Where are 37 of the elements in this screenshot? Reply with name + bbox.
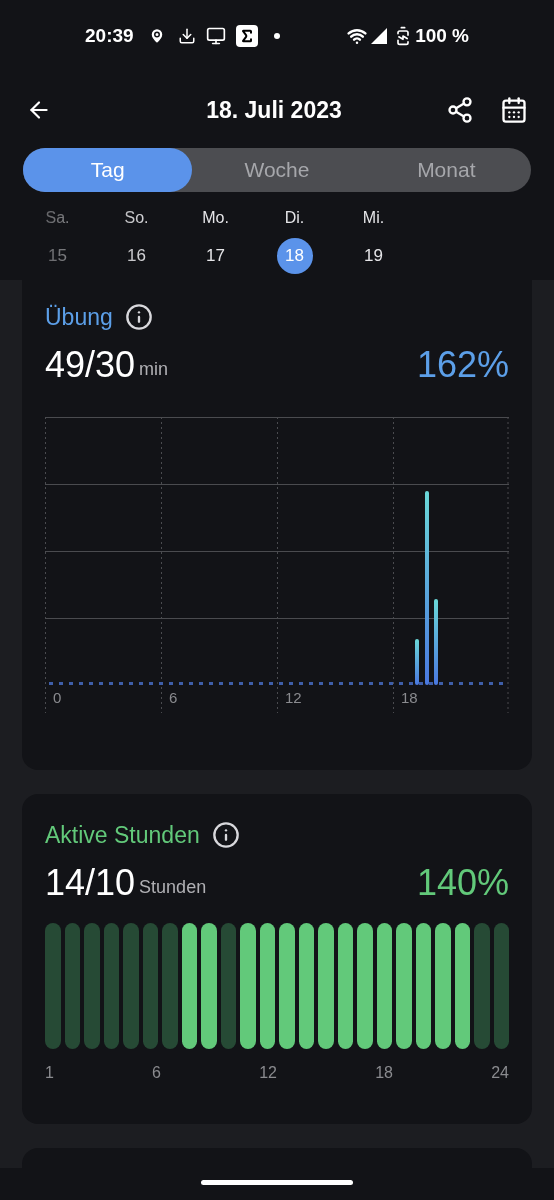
battery-level: 100 %: [415, 23, 469, 48]
exercise-value: 49/30: [45, 346, 136, 383]
percent-value: 140%: [416, 864, 509, 901]
axis-label: 0: [53, 687, 62, 708]
day-selector[interactable]: Mo. 17: [176, 206, 255, 274]
unit-label: min: [139, 357, 169, 381]
axis-label: 6: [152, 1062, 161, 1083]
card-title: Übung: [45, 303, 113, 332]
monitor-icon: [205, 26, 226, 46]
axis-label: 12: [285, 687, 302, 708]
wifi-icon: [347, 26, 368, 46]
active-hours-value: 14/10: [45, 864, 136, 901]
axis-label: 18: [375, 1062, 393, 1083]
download-icon: [177, 27, 196, 45]
card-title: Aktive Stunden: [45, 821, 200, 850]
period-tab[interactable]: Monat: [361, 148, 531, 192]
share-button[interactable]: [446, 96, 474, 124]
axis-label: 12: [259, 1062, 277, 1083]
axis-label: 24: [491, 1062, 509, 1083]
activity-bar: [415, 638, 419, 685]
day-selector[interactable]: Di. 18: [255, 206, 334, 274]
page-title: 18. Juli 2023: [205, 95, 343, 125]
axis-label: 6: [169, 687, 178, 708]
sigma-icon: [235, 25, 258, 47]
calendar-button[interactable]: [500, 96, 528, 124]
axis-label: 1: [45, 1062, 54, 1083]
status-time: 20:39: [85, 23, 134, 48]
info-icon[interactable]: [124, 303, 153, 332]
unit-label: Stunden: [139, 875, 207, 899]
signal-icon: [371, 28, 388, 44]
day-selector[interactable]: So. 16: [97, 206, 176, 274]
day-selector[interactable]: Mi. 19: [334, 206, 413, 274]
info-icon[interactable]: [211, 821, 240, 850]
period-tab[interactable]: Woche: [192, 148, 362, 192]
day-selector[interactable]: Sa. 15: [18, 206, 97, 274]
axis-label: 18: [401, 687, 418, 708]
percent-value: 162%: [416, 346, 509, 383]
